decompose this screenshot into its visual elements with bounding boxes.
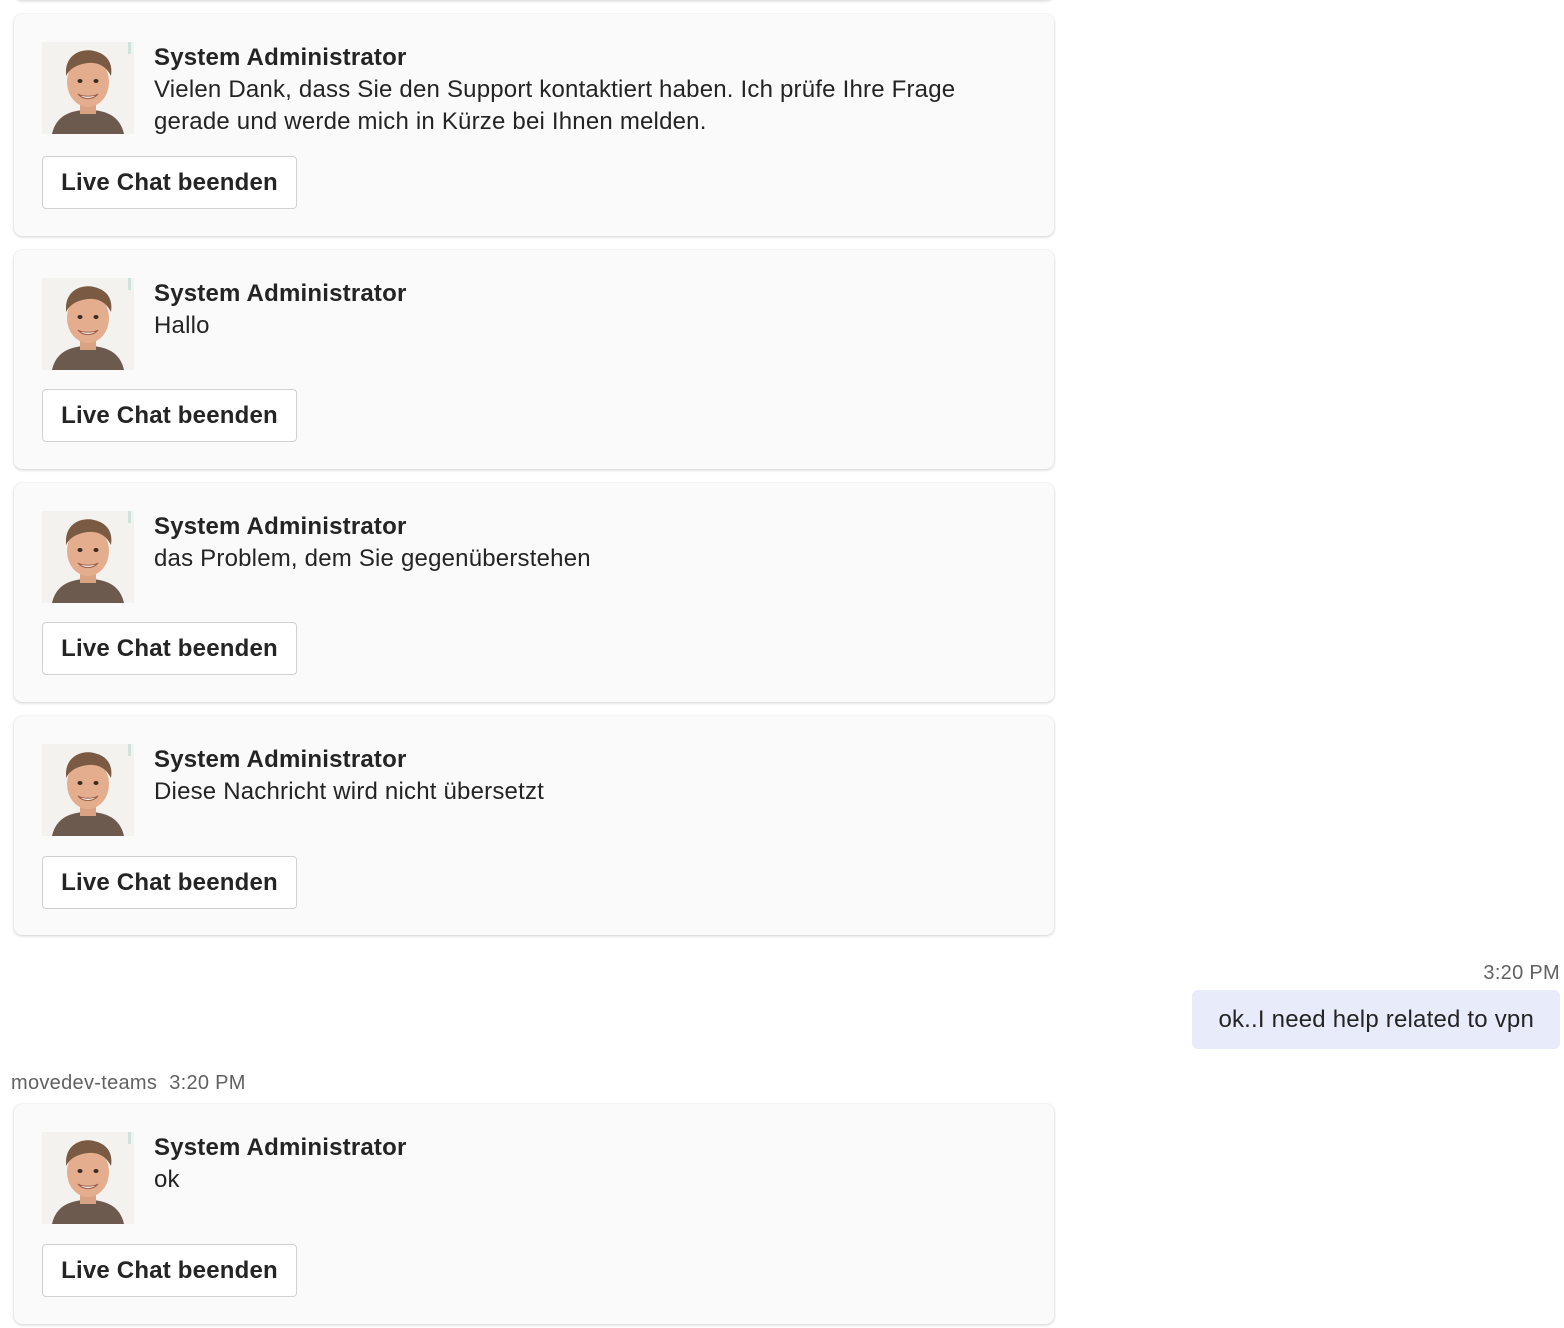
sender-name: System Administrator — [154, 746, 407, 773]
incoming-timestamp: 3:20 PM — [169, 1072, 246, 1094]
sender-name: System Administrator — [154, 280, 407, 307]
message-text: das Problem, dem Sie gegenüberstehen — [154, 545, 591, 572]
avatar — [42, 511, 134, 603]
sender-name: System Administrator — [154, 44, 407, 71]
sender-name: System Administrator — [154, 513, 407, 540]
end-live-chat-button[interactable]: Live Chat beenden — [42, 1244, 297, 1297]
author-name: movedev-teams — [11, 1072, 158, 1094]
avatar — [42, 744, 134, 836]
message-text: Vielen Dank, dass Sie den Support kontak… — [154, 76, 956, 135]
bot-message-card: System Administrator das Problem, dem Si… — [14, 483, 1054, 702]
sender-name: System Administrator — [154, 1134, 407, 1161]
message-text: Diese Nachricht wird nicht übersetzt — [154, 778, 545, 805]
end-live-chat-button[interactable]: Live Chat beenden — [42, 622, 297, 675]
bot-message-card: System Administrator Diese Nachricht wir… — [14, 716, 1054, 935]
avatar — [42, 1132, 134, 1224]
bot-message-card: System Administrator ok Live Chat beende… — [14, 1104, 1054, 1324]
end-live-chat-button[interactable]: Live Chat beenden — [42, 389, 297, 442]
bot-message-card: System Administrator Vielen Dank, dass S… — [14, 14, 1054, 236]
message-text: ok — [154, 1166, 180, 1193]
incoming-message-meta: movedev-teams 3:20 PM — [11, 1072, 246, 1095]
outgoing-timestamp: 3:20 PM — [1483, 962, 1560, 984]
message-text: Hallo — [154, 312, 210, 339]
avatar — [42, 278, 134, 370]
end-live-chat-button[interactable]: Live Chat beenden — [42, 856, 297, 909]
bot-message-card: System Administrator Hallo Live Chat bee… — [14, 250, 1054, 469]
chat-conversation: System Administrator Vielen Dank, dass S… — [0, 0, 1564, 1328]
outgoing-message-bubble[interactable]: ok..I need help related to vpn — [1192, 990, 1560, 1049]
avatar — [42, 42, 134, 134]
end-live-chat-button[interactable]: Live Chat beenden — [42, 156, 297, 209]
